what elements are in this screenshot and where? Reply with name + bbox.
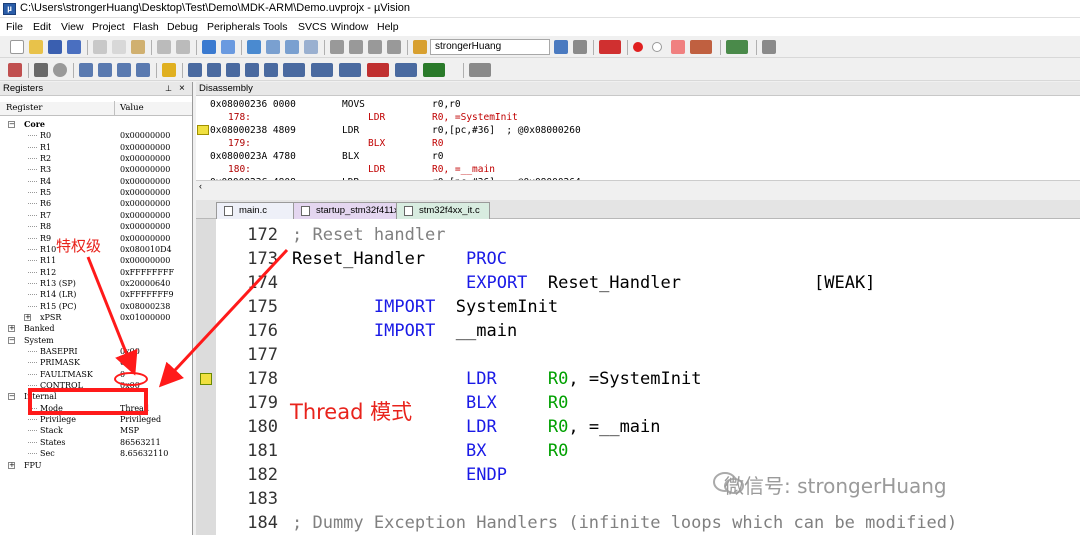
watermark: 微信号: strongerHuang	[724, 474, 947, 498]
annotation-arrows	[86, 248, 289, 388]
privilege-arrow	[86, 256, 138, 376]
disassembly-panel-title: Disassembly	[196, 82, 1080, 96]
thread-arrow	[158, 248, 289, 388]
